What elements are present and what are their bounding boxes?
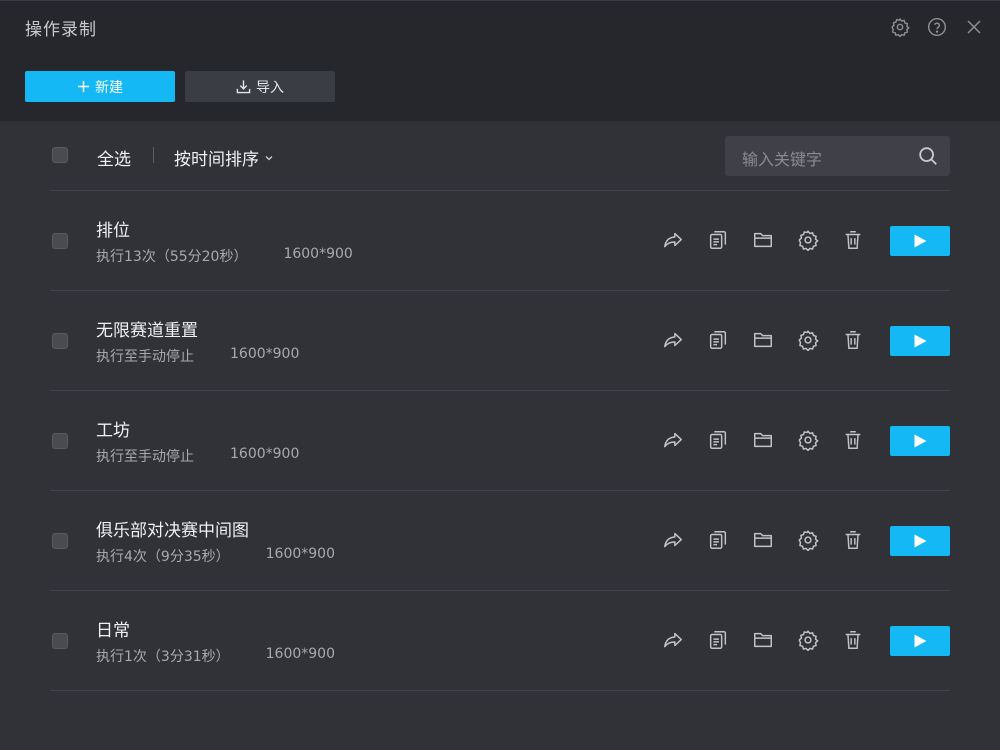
row-actions [662,429,887,451]
row-checkbox[interactable] [52,433,68,449]
play-button[interactable] [890,626,950,656]
delete-icon[interactable] [842,329,864,351]
recording-resolution: 1600*900 [230,446,300,462]
settings-icon[interactable] [797,629,819,651]
share-icon[interactable] [662,229,684,251]
recording-status: 执行4次（9分35秒） [96,549,230,565]
copy-icon[interactable] [707,429,729,451]
recording-status: 执行至手动停止 [96,449,194,465]
list-item: 无限赛道重置 执行至手动停止 1600*900 [50,291,950,391]
delete-icon[interactable] [842,629,864,651]
row-actions [662,529,887,551]
recording-name: 无限赛道重置 [96,321,198,341]
recording-resolution: 1600*900 [283,246,353,262]
row-checkbox[interactable] [52,533,68,549]
settings-icon[interactable] [797,229,819,251]
sort-label: 按时间排序 [174,150,259,170]
sort-dropdown[interactable]: 按时间排序 [174,145,274,170]
list-item: 俱乐部对决赛中间图 执行4次（9分35秒） 1600*900 [50,491,950,591]
select-all-label[interactable]: 全选 [97,145,131,170]
folder-icon[interactable] [752,329,774,351]
recording-meta: 执行1次（3分31秒） 1600*900 [96,646,335,666]
copy-icon[interactable] [707,529,729,551]
share-icon[interactable] [662,529,684,551]
row-actions [662,229,887,251]
settings-icon[interactable] [797,329,819,351]
chevron-down-icon [265,155,273,160]
list-toolbar: 全选 按时间排序 输入关键字 [50,131,950,191]
select-all-checkbox[interactable] [52,147,68,163]
list-item: 工坊 执行至手动停止 1600*900 [50,391,950,491]
new-button-label: 新建 [95,79,123,96]
delete-icon[interactable] [842,529,864,551]
list-item: 排位 执行13次（55分20秒） 1600*900 [50,191,950,291]
play-icon [914,434,927,448]
row-checkbox[interactable] [52,633,68,649]
gear-icon[interactable] [889,16,911,38]
recording-resolution: 1600*900 [265,546,335,562]
row-actions [662,329,887,351]
row-checkbox[interactable] [52,333,68,349]
row-actions [662,629,887,651]
new-button[interactable]: 新建 [25,71,175,102]
window-controls [889,16,985,38]
recording-name: 工坊 [96,421,130,441]
play-button[interactable] [890,426,950,456]
recording-name: 俱乐部对决赛中间图 [96,521,249,541]
recording-name: 排位 [96,221,130,241]
copy-icon[interactable] [707,229,729,251]
list-item: 日常 执行1次（3分31秒） 1600*900 [50,591,950,691]
recording-meta: 执行至手动停止 1600*900 [96,446,299,466]
recording-meta: 执行4次（9分35秒） 1600*900 [96,546,335,566]
share-icon[interactable] [662,329,684,351]
import-button-label: 导入 [256,79,284,96]
search-placeholder: 输入关键字 [742,150,823,169]
recording-name: 日常 [96,621,130,641]
import-button[interactable]: 导入 [185,71,335,102]
delete-icon[interactable] [842,229,864,251]
recording-meta: 执行13次（55分20秒） 1600*900 [96,246,353,266]
row-checkbox[interactable] [52,233,68,249]
close-icon[interactable] [963,16,985,38]
search-icon[interactable] [917,145,939,167]
recording-status: 执行13次（55分20秒） [96,249,248,265]
toolbar-divider [153,147,154,163]
help-icon[interactable] [926,16,948,38]
plus-icon [77,80,90,93]
header-bar: 操作录制 新建 导入 [0,0,1000,121]
play-icon [914,634,927,648]
download-icon [236,80,251,94]
recording-status: 执行1次（3分31秒） [96,649,230,665]
window-title: 操作录制 [25,20,97,40]
recording-meta: 执行至手动停止 1600*900 [96,346,299,366]
copy-icon[interactable] [707,629,729,651]
settings-icon[interactable] [797,429,819,451]
play-button[interactable] [890,526,950,556]
folder-icon[interactable] [752,529,774,551]
settings-icon[interactable] [797,529,819,551]
play-icon [914,234,927,248]
recording-status: 执行至手动停止 [96,349,194,365]
folder-icon[interactable] [752,429,774,451]
delete-icon[interactable] [842,429,864,451]
play-button[interactable] [890,226,950,256]
play-icon [914,534,927,548]
folder-icon[interactable] [752,629,774,651]
search-input[interactable]: 输入关键字 [725,136,950,176]
play-button[interactable] [890,326,950,356]
play-icon [914,334,927,348]
folder-icon[interactable] [752,229,774,251]
copy-icon[interactable] [707,329,729,351]
recording-resolution: 1600*900 [265,646,335,662]
share-icon[interactable] [662,429,684,451]
share-icon[interactable] [662,629,684,651]
recording-resolution: 1600*900 [230,346,300,362]
